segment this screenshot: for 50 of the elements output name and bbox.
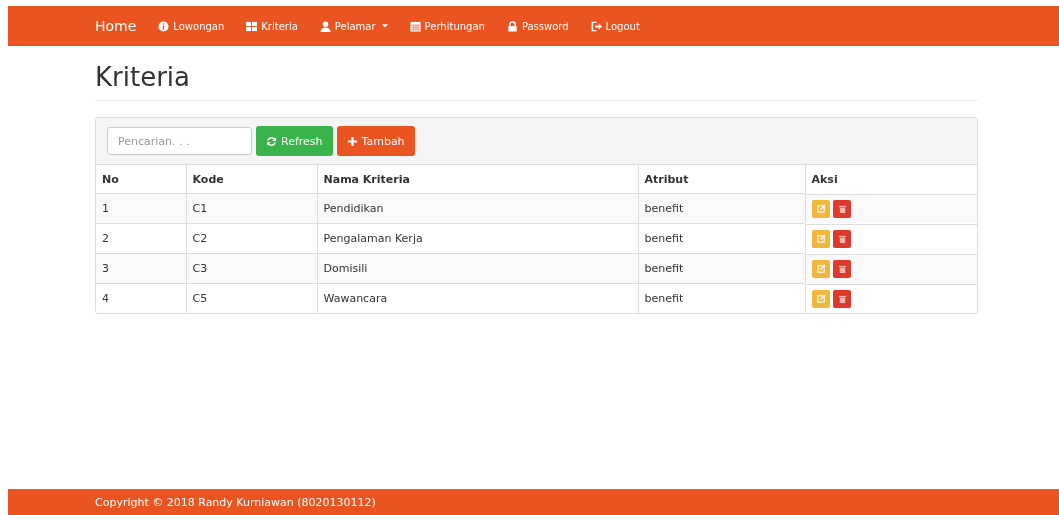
table-cell: C5 [192, 292, 208, 305]
nav-link[interactable]: Logout [590, 20, 640, 32]
column-header: No [96, 165, 186, 194]
table-cell: 2 [102, 232, 109, 245]
lock-icon [506, 20, 518, 32]
table-cell: 3 [102, 262, 109, 275]
column-header: Aksi [805, 165, 977, 194]
table-cell: benefit [644, 262, 684, 275]
logout-icon [590, 20, 602, 32]
home-link[interactable]: Home [95, 18, 137, 34]
trash-icon [837, 263, 847, 274]
refresh-icon [266, 135, 277, 147]
nav-link[interactable]: Password [506, 20, 569, 32]
info-icon [158, 20, 170, 32]
table-cell: benefit [644, 232, 684, 245]
nav-link[interactable]: Perhitungan [409, 20, 485, 32]
table-cell: 1 [102, 202, 109, 215]
table-cell: Pengalaman Kerja [323, 232, 423, 245]
table-cell: benefit [644, 202, 684, 215]
trash-icon [837, 203, 847, 214]
user-icon [319, 20, 331, 32]
copyright-text: Copyright © 2018 Randy Kurniawan (8020130112) [95, 495, 376, 509]
delete-button[interactable] [833, 229, 851, 248]
edit-icon [816, 234, 826, 243]
delete-button[interactable] [833, 199, 851, 218]
edit-icon [816, 264, 826, 273]
edit-icon [816, 204, 826, 213]
search-field[interactable]: Pencarian. . . [107, 127, 252, 155]
trash-icon [837, 293, 847, 304]
grid-icon [246, 20, 258, 32]
nav-link[interactable]: Lowongan [158, 20, 225, 32]
table-cell: C2 [192, 232, 208, 245]
trash-icon [837, 233, 847, 244]
page-title: Kriteria [95, 62, 978, 101]
table-cell: Pendidikan [323, 202, 384, 215]
table-cell: 4 [102, 292, 109, 305]
nav-link[interactable]: Kriteria [246, 20, 298, 32]
table-cell: C1 [192, 202, 208, 215]
plus-icon [346, 135, 358, 147]
refresh-button[interactable]: Refresh [256, 126, 333, 156]
nav-link[interactable]: Pelamar [319, 20, 388, 32]
table-cell: benefit [644, 292, 684, 305]
table-cell: C3 [192, 262, 208, 275]
calendar-icon [409, 20, 421, 32]
delete-button[interactable] [833, 289, 851, 308]
edit-icon [816, 294, 826, 303]
table-cell: Wawancara [323, 292, 388, 305]
table-cell: Domisili [323, 262, 368, 275]
delete-button[interactable] [833, 259, 851, 278]
add-button[interactable]: Tambah [336, 126, 415, 156]
